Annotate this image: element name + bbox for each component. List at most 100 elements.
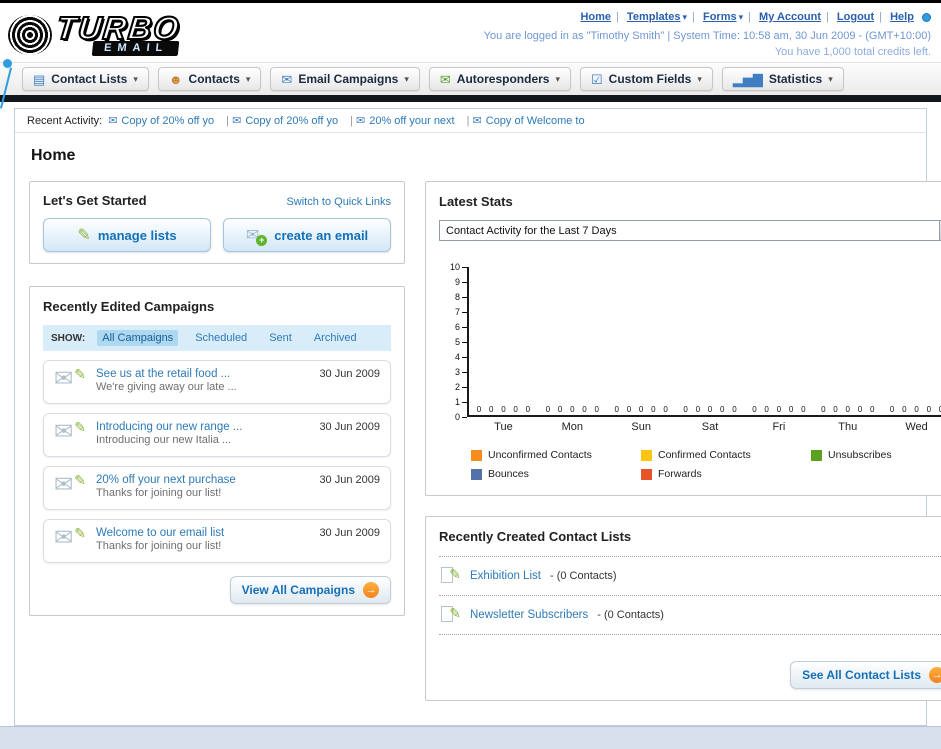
arrow-right-icon: → <box>363 582 379 598</box>
page-title: Home <box>31 147 76 164</box>
recent-activity-link[interactable]: Copy of 20% off yo <box>245 115 338 127</box>
legend-item: Unconfirmed Contacts <box>471 449 641 461</box>
bar-value-label: 0 <box>889 405 895 414</box>
campaign-title-link[interactable]: 20% off your next purchase <box>96 474 236 486</box>
x-axis-label: Sun <box>631 421 651 433</box>
email-edit-icon: ✉ ✎ <box>54 471 86 497</box>
contact-list-count: - (0 Contacts) <box>597 609 664 621</box>
chart-legend: Unconfirmed Contacts Confirmed Contacts Un… <box>471 449 941 480</box>
top-nav-link[interactable]: My Account <box>759 11 821 23</box>
left-column: Let's Get Started Switch to Quick Links … <box>29 181 405 616</box>
contact-lists-panel-title: Recently Created Contact Lists <box>439 529 632 544</box>
bar-value-label: 0 <box>869 405 875 414</box>
get-started-button[interactable]: ✉ + create an email <box>223 218 391 252</box>
campaign-title-link[interactable]: Introducing our new range ... <box>96 421 242 433</box>
campaign-title-link[interactable]: See us at the retail food ... <box>96 368 237 380</box>
bar-value-label: 0 <box>570 405 575 414</box>
y-axis-tick: 3 <box>446 367 467 377</box>
chart-day-group: 00000 <box>607 267 676 415</box>
recent-activity-link[interactable]: 20% off your next <box>369 115 454 127</box>
legend-label: Bounces <box>488 468 529 480</box>
bar-value-label: 0 <box>626 405 632 414</box>
nav-tab[interactable]: ▂▅▇ Statistics ▾ <box>721 67 844 91</box>
header-right: Home▾ Templates▾ Forms▾ My Account▾ Logo… <box>484 7 931 60</box>
campaign-title-link[interactable]: Welcome to our email list <box>96 527 224 539</box>
bar-value-label: 0 <box>926 405 932 414</box>
get-started-title: Let's Get Started <box>43 193 147 208</box>
campaign-row[interactable]: ✉ ✎ See us at the retail food ... We're g… <box>43 360 391 404</box>
bar-value-label: 0 <box>582 405 587 414</box>
email-campaigns-icon: ✉ <box>281 71 293 87</box>
see-all-contact-lists-button[interactable]: See All Contact Lists → <box>790 661 941 689</box>
switch-quick-links-link[interactable]: Switch to Quick Links <box>286 196 391 208</box>
nav-tab[interactable]: ✉ Email Campaigns ▾ <box>270 67 420 91</box>
recent-activity-item: ✉ Copy of Welcome to <box>473 114 585 128</box>
custom-fields-icon: ☑ <box>591 71 603 87</box>
nav-tab[interactable]: ☻ Contacts ▾ <box>157 67 262 91</box>
x-axis-label: Thu <box>838 421 858 433</box>
campaign-subtitle: We're giving away our late ... <box>96 381 237 393</box>
contact-list-link[interactable]: Exhibition List <box>470 570 541 582</box>
top-nav-link[interactable]: Templates <box>627 11 681 23</box>
legend-label: Unsubscribes <box>828 449 892 461</box>
legend-swatch <box>811 449 822 461</box>
contact-list-row[interactable]: ✎ Exhibition List - (0 Contacts) <box>439 556 941 595</box>
x-axis-label: Wed <box>905 421 928 433</box>
stats-period-select[interactable]: Contact Activity for the Last 7 Days ▼ <box>439 220 941 241</box>
pencil-icon: ✎ <box>77 227 91 244</box>
top-nav-link[interactable]: Forms <box>703 11 737 23</box>
legend-label: Confirmed Contacts <box>658 449 751 461</box>
button-label: See All Contact Lists <box>802 668 921 682</box>
recent-campaigns-panel: Recently Edited Campaigns SHOW: All Camp… <box>29 286 405 616</box>
x-axis-label: Tue <box>494 421 513 433</box>
bar-value-label: 0 <box>695 405 701 414</box>
top-nav-link[interactable]: Help <box>890 11 914 23</box>
chart-day-group: 00000 <box>744 267 813 415</box>
header: TURBO EMAIL Home▾ Templates▾ Forms▾ My A… <box>0 3 941 109</box>
bar-value-label: 0 <box>557 405 563 414</box>
campaign-row[interactable]: ✉ ✎ 20% off your next purchase Thanks for… <box>43 466 391 510</box>
recent-activity-label: Recent Activity: <box>27 114 103 127</box>
contact-activity-chart: 0 1 2 3 4 5 6 7 8 9 10 000000000000000000000000000… <box>441 262 941 480</box>
top-nav-item: Forms ▾ <box>703 11 756 23</box>
legend-item: Confirmed Contacts <box>641 449 811 461</box>
bar-value-label: 0 <box>914 405 919 414</box>
x-axis-label: Sat <box>701 421 719 433</box>
bar-value-label: 0 <box>821 405 826 414</box>
legend-item: Bounces <box>471 468 641 480</box>
contact-list-count: - (0 Contacts) <box>549 570 617 582</box>
page-bottom-strip <box>0 726 941 749</box>
view-all-campaigns-button[interactable]: View All Campaigns → <box>229 576 391 604</box>
campaign-filter[interactable]: Scheduled <box>190 330 252 346</box>
nav-tab[interactable]: ✉ Autoresponders ▾ <box>428 67 571 91</box>
top-nav-link[interactable]: Logout <box>837 11 874 23</box>
bar-value-label: 0 <box>525 405 531 414</box>
autoresponders-icon: ✉ <box>439 71 451 87</box>
campaign-row[interactable]: ✉ ✎ Introducing our new range ... Introdu… <box>43 413 391 457</box>
recent-activity-link[interactable]: Copy of 20% off yo <box>121 115 214 127</box>
recent-activity-link[interactable]: Copy of Welcome to <box>486 115 585 127</box>
y-axis-tick: 0 <box>446 412 467 422</box>
campaign-filter[interactable]: All Campaigns <box>97 330 179 346</box>
get-started-button[interactable]: ✎ + manage lists <box>43 218 211 252</box>
bar-value-label: 0 <box>594 405 599 414</box>
email-icon: ✉ <box>108 115 118 127</box>
nav-tab[interactable]: ☑ Custom Fields ▾ <box>580 67 713 91</box>
campaign-date: 30 Jun 2009 <box>319 527 380 539</box>
contact-list-row[interactable]: ✎ Newsletter Subscribers - (0 Contacts) <box>439 595 941 634</box>
top-nav: Home▾ Templates▾ Forms▾ My Account▾ Logo… <box>484 9 931 25</box>
top-nav-item: Home▾ <box>580 11 623 23</box>
legend-swatch <box>471 449 482 461</box>
campaign-filter[interactable]: Archived <box>309 330 362 346</box>
top-nav-link[interactable]: Home <box>580 11 611 23</box>
bar-value-label: 0 <box>857 405 863 414</box>
contact-lists-icon: ▤ <box>33 71 46 87</box>
bar-value-label: 0 <box>902 405 907 414</box>
main-nav: ▤ Contact Lists ▾ ☻ Contacts ▾ ✉ Email C… <box>0 62 941 95</box>
contact-list-link[interactable]: Newsletter Subscribers <box>470 609 588 621</box>
campaign-row[interactable]: ✉ ✎ Welcome to our email list Thanks for … <box>43 519 391 563</box>
campaign-filter[interactable]: Sent <box>264 330 297 346</box>
nav-tab[interactable]: ▤ Contact Lists ▾ <box>22 67 149 91</box>
list-edit-icon: ✎ <box>441 566 461 586</box>
bar-value-label: 0 <box>732 405 737 414</box>
